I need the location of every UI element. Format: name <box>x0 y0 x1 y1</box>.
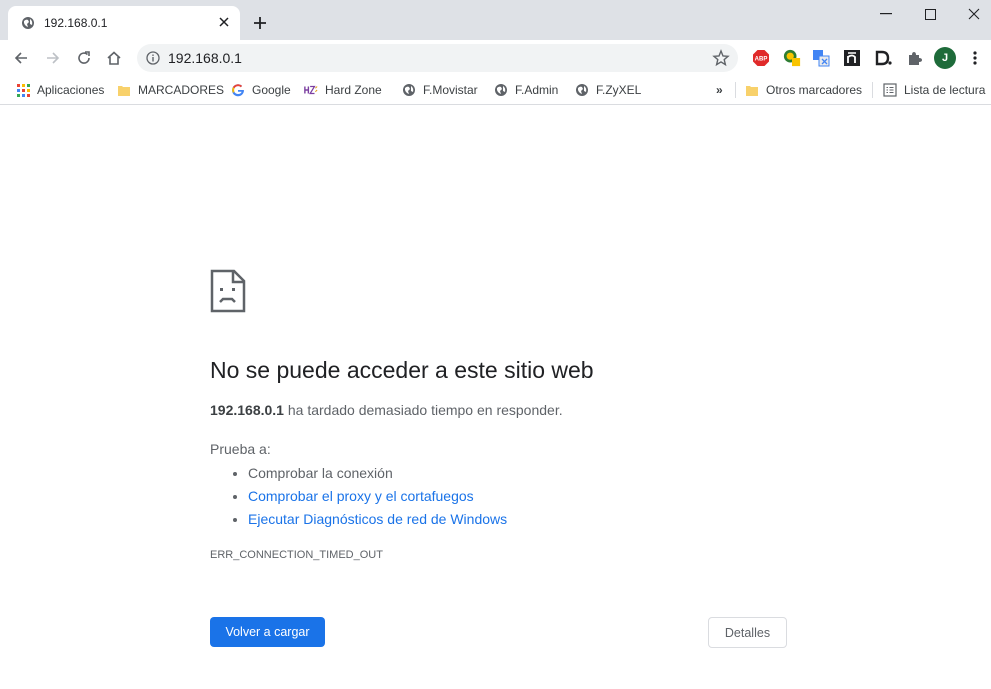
bookmark-google[interactable]: Google <box>231 81 291 99</box>
reading-list-icon <box>883 83 897 97</box>
folder-icon <box>117 83 131 97</box>
globe-icon <box>575 83 589 97</box>
bookmark-f-admin[interactable]: F.Admin <box>494 81 558 99</box>
try-label: Prueba a: <box>210 441 271 457</box>
toolbar: 192.168.0.1 ABP J <box>0 40 991 76</box>
bookmarks-bar: Aplicaciones MARCADORES Google Hard Zone… <box>0 76 991 105</box>
sad-page-icon <box>210 269 246 313</box>
error-heading: No se puede acceder a este sitio web <box>210 357 594 383</box>
minimize-icon[interactable] <box>876 6 896 22</box>
profile-avatar[interactable]: J <box>934 47 956 69</box>
extensions-puzzle-icon[interactable] <box>905 49 923 67</box>
bookmark-f-movistar[interactable]: F.Movistar <box>402 81 478 99</box>
close-window-icon[interactable] <box>964 6 984 22</box>
home-icon[interactable] <box>105 49 123 67</box>
back-icon[interactable] <box>12 49 30 67</box>
error-code: ERR_CONNECTION_TIMED_OUT <box>210 549 383 561</box>
adblock-plus-icon[interactable]: ABP <box>752 49 770 67</box>
forward-icon[interactable] <box>44 49 62 67</box>
reload-icon[interactable] <box>75 49 93 67</box>
suggestion-check-proxy: Comprobar el proxy y el cortafuegos <box>248 485 507 508</box>
check-proxy-link[interactable]: Comprobar el proxy y el cortafuegos <box>248 488 474 504</box>
error-host: 192.168.0.1 <box>210 402 284 418</box>
bookmarks-overflow-button[interactable]: » <box>716 81 723 99</box>
globe-icon <box>22 17 34 29</box>
new-tab-icon[interactable] <box>251 14 269 32</box>
translate-icon[interactable] <box>812 49 830 67</box>
error-message: ha tardado demasiado tiempo en responder… <box>283 402 563 418</box>
google-g-icon <box>231 83 245 97</box>
details-button[interactable]: Detalles <box>708 617 787 648</box>
bookmarks-separator <box>735 82 736 98</box>
bookmarks-separator <box>872 82 873 98</box>
globe-icon <box>402 83 416 97</box>
bookmark-marcadores[interactable]: MARCADORES <box>117 81 224 99</box>
reload-button[interactable]: Volver a cargar <box>210 617 325 647</box>
bookmark-f-zyxel[interactable]: F.ZyXEL <box>575 81 641 99</box>
apps-grid-icon <box>16 83 30 97</box>
suggestion-check-connection: Comprobar la conexión <box>248 462 507 485</box>
address-bar[interactable]: 192.168.0.1 <box>137 44 738 72</box>
d-extension-icon[interactable] <box>874 49 892 67</box>
error-page: No se puede acceder a este sitio web 192… <box>0 105 991 689</box>
suggestion-run-diagnostics: Ejecutar Diagnósticos de red de Windows <box>248 508 507 531</box>
svg-text:ABP: ABP <box>755 57 768 63</box>
tab-title: 192.168.0.1 <box>44 16 108 30</box>
menu-kebab-icon[interactable] <box>966 49 984 67</box>
maximize-icon[interactable] <box>920 6 940 22</box>
hardzone-icon <box>304 83 318 97</box>
suggestions-list: Comprobar la conexión Comprobar el proxy… <box>210 462 507 531</box>
tab-active[interactable]: 192.168.0.1 <box>8 6 240 40</box>
title-bar: 192.168.0.1 <box>0 0 991 40</box>
ntilde-extension-icon[interactable] <box>843 49 861 67</box>
bookmark-star-icon[interactable] <box>712 49 730 67</box>
url-text[interactable]: 192.168.0.1 <box>168 50 242 66</box>
bookmark-aplicaciones[interactable]: Aplicaciones <box>16 81 104 99</box>
close-tab-icon[interactable] <box>216 14 232 30</box>
web-extension-icon[interactable] <box>783 49 801 67</box>
info-icon[interactable] <box>146 51 160 65</box>
reading-list-button[interactable]: Lista de lectura <box>883 81 985 99</box>
error-description: 192.168.0.1 ha tardado demasiado tiempo … <box>210 402 563 418</box>
bookmark-hard-zone[interactable]: Hard Zone <box>304 81 382 99</box>
globe-icon <box>494 83 508 97</box>
folder-icon <box>745 83 759 97</box>
run-diagnostics-link[interactable]: Ejecutar Diagnósticos de red de Windows <box>248 511 507 527</box>
bookmark-otros-marcadores[interactable]: Otros marcadores <box>745 81 862 99</box>
